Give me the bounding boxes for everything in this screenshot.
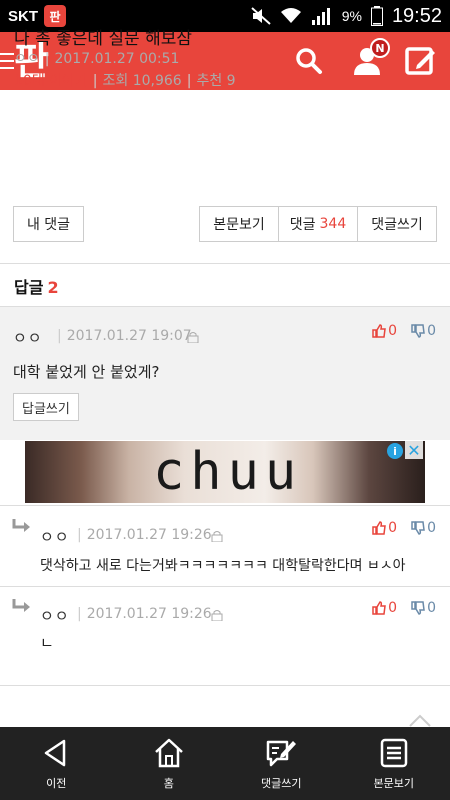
upvote-button[interactable]: 0: [372, 520, 397, 536]
thumbs-down-icon: [411, 324, 425, 338]
divider: [0, 685, 450, 686]
replies-label: 답글: [14, 278, 44, 297]
reply-author: ㅇㅇ: [40, 607, 70, 625]
comments-label: 댓글: [289, 217, 316, 233]
upvote-count: 0: [388, 600, 398, 616]
battery-icon: [370, 6, 383, 26]
reply-text: 댓삭하고 새로 다는거봐ㅋㅋㅋㅋㅋㅋㅋ 대학탈락한다며 ㅂㅅ아: [40, 558, 406, 574]
user-icon[interactable]: N: [350, 38, 390, 78]
downvote-button[interactable]: 0: [411, 520, 436, 536]
divider: [0, 263, 450, 264]
thumbs-up-icon: [372, 601, 387, 615]
ad-banner[interactable]: chuu i ✕: [25, 441, 425, 503]
search-icon[interactable]: [292, 44, 326, 78]
wifi-icon: [280, 8, 301, 23]
replies-count: 2: [47, 278, 59, 297]
nav-back-label: 이전: [46, 776, 67, 790]
thumbs-up-icon: [372, 521, 387, 535]
lock-icon: [211, 531, 223, 542]
menu-icon[interactable]: [0, 53, 14, 74]
nav-view-post-label: 본문보기: [373, 776, 414, 790]
nav-home-label: 홈: [163, 776, 174, 790]
bottom-nav: 이전 홈 댓글쓰기 본문보기: [0, 727, 450, 800]
thumbs-up-icon: [372, 324, 387, 338]
downvote-button[interactable]: 0: [411, 600, 436, 616]
mute-icon: [251, 7, 271, 25]
article-title: 나 촉 좋은데 질문 해보삼: [14, 29, 193, 49]
view-post-label: 본문보기: [213, 217, 265, 233]
downvote-count: 0: [427, 600, 436, 616]
comments-button[interactable]: 댓글 344: [278, 206, 358, 242]
ad-brand: chuu: [153, 442, 303, 502]
comment-datetime: 2017.01.27 19:07: [66, 328, 192, 344]
comment-text: 대학 붙었게 안 붙었게?: [13, 363, 160, 381]
upvote-button[interactable]: 0: [372, 600, 397, 616]
my-comments-button[interactable]: 내 댓글: [13, 206, 84, 242]
ad-info-icon[interactable]: i: [387, 443, 403, 459]
nav-write-comment[interactable]: 댓글쓰기: [225, 727, 338, 800]
reply-author: ㅇㅇ: [40, 528, 70, 546]
battery-percent: 9%: [341, 8, 362, 24]
article-author: ㅇㅇ: [14, 51, 40, 67]
write-comment-button[interactable]: 댓글쓰기: [357, 206, 437, 242]
lock-icon: [211, 610, 223, 621]
upvote-count: 0: [388, 520, 398, 536]
document-icon: [380, 738, 407, 767]
downvote-button[interactable]: 0: [411, 323, 436, 339]
carrier-label: SKT: [8, 7, 38, 25]
comment-write-icon: [267, 740, 297, 766]
scroll-top-icon[interactable]: [408, 714, 432, 728]
write-comment-label: 댓글쓰기: [371, 217, 423, 233]
signal-icon: [311, 8, 330, 25]
reply-datetime: 2017.01.27 19:26: [86, 606, 212, 622]
article-meta: ㅇㅇ | 2017.01.27 00:51: [14, 51, 180, 67]
back-arrow-icon: [45, 739, 66, 766]
reply-text: ㄴ: [40, 634, 54, 652]
reply-arrow-icon: [12, 599, 30, 612]
main-comment: ㅇㅇ | 2017.01.27 19:07 0 0 대학 붙었게 안 붙었게? 답…: [0, 306, 450, 440]
my-comments-label: 내 댓글: [26, 217, 71, 233]
article-datetime: 2017.01.27 00:51: [54, 51, 180, 67]
notification-badge: N: [370, 38, 390, 58]
write-post-icon[interactable]: [404, 44, 438, 78]
home-icon: [154, 738, 183, 767]
article-category[interactable]: 10대 이야기: [14, 73, 88, 89]
nav-home[interactable]: 홈: [113, 727, 226, 800]
view-post-button[interactable]: 본문보기: [199, 206, 279, 242]
reply-datetime: 2017.01.27 19:26: [86, 527, 212, 543]
divider: [0, 586, 450, 587]
article-views: 조회 10,966: [102, 73, 182, 89]
reply-arrow-icon: [12, 519, 30, 532]
thumbs-down-icon: [411, 601, 425, 615]
lock-icon: [187, 332, 199, 343]
thumbs-down-icon: [411, 521, 425, 535]
ad-close-icon[interactable]: ✕: [405, 441, 423, 460]
downvote-count: 0: [427, 520, 436, 536]
nav-view-post[interactable]: 본문보기: [338, 727, 450, 800]
clock: 19:52: [391, 4, 442, 27]
divider: [0, 505, 450, 506]
upvote-count: 0: [388, 323, 398, 339]
comment-author: ㅇㅇ: [13, 329, 43, 347]
nav-write-comment-label: 댓글쓰기: [261, 776, 302, 790]
article-recommend: 추천 9: [196, 73, 236, 89]
downvote-count: 0: [427, 323, 436, 339]
replies-header: 답글 2: [14, 274, 59, 298]
write-reply-label: 답글쓰기: [22, 401, 70, 417]
upvote-button[interactable]: 0: [372, 323, 397, 339]
comments-count: 344: [319, 216, 347, 232]
nav-back[interactable]: 이전: [0, 727, 113, 800]
article-stats: 10대 이야기 | 조회 10,966 | 추천 9: [14, 73, 236, 89]
write-reply-button[interactable]: 답글쓰기: [13, 393, 79, 421]
